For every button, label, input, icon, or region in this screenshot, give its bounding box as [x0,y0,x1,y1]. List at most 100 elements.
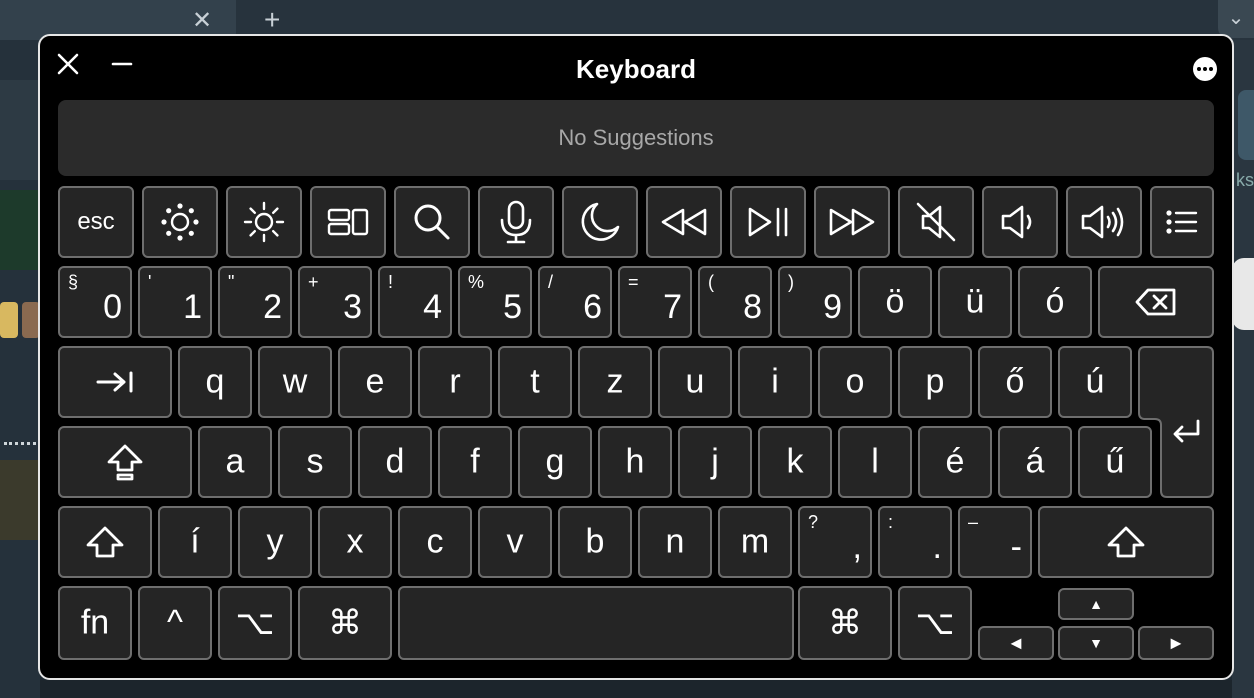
caps-lock-icon [107,444,143,481]
key-arrow-right[interactable]: ▶ [1138,626,1214,660]
key-label: f [470,442,480,481]
key-label: v [506,522,524,561]
key-i-acute[interactable]: í [158,506,232,578]
key-list[interactable] [1150,186,1214,258]
key-label: ó [1045,282,1065,321]
key-h[interactable]: h [598,426,672,498]
background-panel-block [0,190,40,270]
key-f[interactable]: f [438,426,512,498]
key-w[interactable]: w [258,346,332,418]
key-8[interactable]: ( 8 [698,266,772,338]
key-label: ⌥ [235,604,275,642]
key-label: u [685,362,705,401]
key-u[interactable]: u [658,346,732,418]
key-right-shift[interactable] [1038,506,1214,578]
key-d[interactable]: d [358,426,432,498]
key-5[interactable]: % 5 [458,266,532,338]
key-c[interactable]: c [398,506,472,578]
key-tab[interactable] [58,346,172,418]
key-u-umlaut[interactable]: ü [938,266,1012,338]
key-s[interactable]: s [278,426,352,498]
key-o-double-acute[interactable]: ő [978,346,1052,418]
key-i[interactable]: i [738,346,812,418]
key-volume-up[interactable] [1066,186,1142,258]
key-2[interactable]: " 2 [218,266,292,338]
key-g[interactable]: g [518,426,592,498]
key-rewind[interactable] [646,186,722,258]
key-e-acute[interactable]: é [918,426,992,498]
key-label: é [945,442,965,481]
key-p[interactable]: p [898,346,972,418]
key-delete[interactable] [1098,266,1214,338]
key-left-shift[interactable] [58,506,152,578]
key-z[interactable]: z [578,346,652,418]
key-t[interactable]: t [498,346,572,418]
key-brightness-down[interactable] [142,186,218,258]
key-b[interactable]: b [558,506,632,578]
key-dash[interactable]: – - [958,506,1032,578]
key-l[interactable]: l [838,426,912,498]
key-1[interactable]: ' 1 [138,266,212,338]
key-0[interactable]: § 0 [58,266,132,338]
key-7[interactable]: = 7 [618,266,692,338]
key-4[interactable]: ! 4 [378,266,452,338]
key-n[interactable]: n [638,506,712,578]
key-x[interactable]: x [318,506,392,578]
background-new-tab-button[interactable]: + [264,4,280,36]
key-label: 7 [663,287,682,326]
key-right-command[interactable]: ⌘ [798,586,892,660]
key-mute[interactable] [898,186,974,258]
key-brightness-up[interactable] [226,186,302,258]
key-fn[interactable]: fn [58,586,132,660]
key-right-option[interactable]: ⌥ [898,586,972,660]
key-period[interactable]: : . [878,506,952,578]
key-q[interactable]: q [178,346,252,418]
more-options-button[interactable] [1193,57,1217,81]
key-fast-forward[interactable] [814,186,890,258]
key-label: h [625,442,645,481]
key-space[interactable] [398,586,794,660]
key-arrow-left[interactable]: ◀ [978,626,1054,660]
key-do-not-disturb[interactable] [562,186,638,258]
key-dictation[interactable] [478,186,554,258]
key-o-umlaut[interactable]: ö [858,266,932,338]
window-title: Keyboard [576,54,696,84]
key-6[interactable]: / 6 [538,266,612,338]
key-a[interactable]: a [198,426,272,498]
key-control[interactable]: ^ [138,586,212,660]
key-a-acute[interactable]: á [998,426,1072,498]
key-left-option[interactable]: ⌥ [218,586,292,660]
key-shift-label: ( [708,272,714,292]
background-tab-close-button[interactable]: ✕ [192,6,212,35]
key-comma[interactable]: ? , [798,506,872,578]
key-mission-control[interactable] [310,186,386,258]
key-left-command[interactable]: ⌘ [298,586,392,660]
key-k[interactable]: k [758,426,832,498]
key-arrow-down[interactable]: ▼ [1058,626,1134,660]
key-volume-down[interactable] [982,186,1058,258]
key-3[interactable]: + 3 [298,266,372,338]
key-label: fn [80,603,110,642]
key-j[interactable]: j [678,426,752,498]
key-u-double-acute[interactable]: ű [1078,426,1152,498]
key-y[interactable]: y [238,506,312,578]
key-play-pause[interactable] [730,186,806,258]
key-v[interactable]: v [478,506,552,578]
background-more-button[interactable] [1238,90,1254,160]
key-e[interactable]: e [338,346,412,418]
key-o[interactable]: o [818,346,892,418]
key-o-acute[interactable]: ó [1018,266,1092,338]
key-spotlight-search[interactable] [394,186,470,258]
key-esc[interactable]: esc [58,186,134,258]
return-icon [1173,419,1200,443]
key-u-acute[interactable]: ú [1058,346,1132,418]
key-label: e [365,362,385,401]
key-r[interactable]: r [418,346,492,418]
key-m[interactable]: m [718,506,792,578]
play-pause-icon [748,207,788,237]
key-arrow-up[interactable]: ▲ [1058,588,1134,620]
key-caps-lock[interactable] [58,426,192,498]
background-scroll-pill[interactable] [1232,258,1254,330]
background-tab-menu-button[interactable]: ⌄ [1218,0,1254,38]
key-9[interactable]: ) 9 [778,266,852,338]
